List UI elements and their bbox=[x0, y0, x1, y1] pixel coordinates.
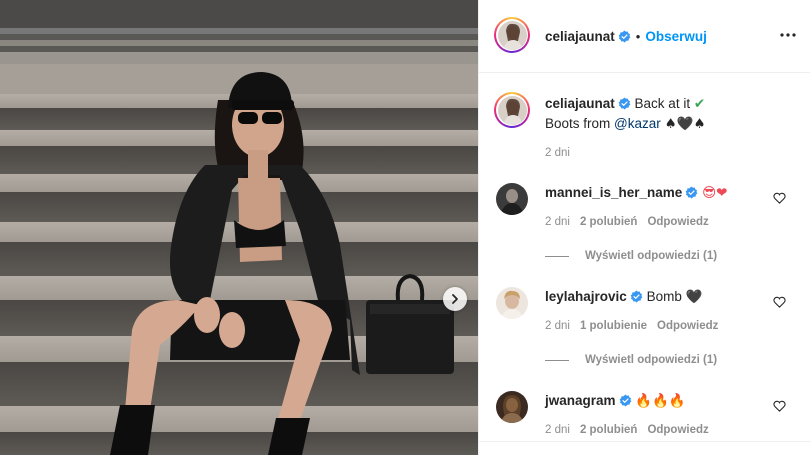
more-options-button[interactable] bbox=[779, 26, 797, 49]
replies-divider bbox=[545, 255, 569, 257]
avatar-image bbox=[496, 391, 528, 423]
caption-line-1: Back at it bbox=[634, 96, 691, 111]
post-photo[interactable] bbox=[0, 0, 478, 455]
header-separator: • bbox=[635, 29, 641, 44]
comment-likes-link[interactable]: 1 polubienie bbox=[580, 320, 647, 332]
heart-outline-icon bbox=[773, 296, 786, 308]
replies-divider bbox=[545, 359, 569, 361]
post-sidebar: celiajaunat • Obserwuj celiajaunat Back … bbox=[478, 0, 810, 456]
view-replies-button[interactable]: Wyświetl odpowiedzi (1) bbox=[545, 250, 717, 262]
mention-link[interactable]: @kazar bbox=[614, 116, 661, 131]
like-comment-button[interactable] bbox=[773, 191, 786, 209]
verified-badge-icon bbox=[618, 30, 631, 43]
comment-emoji: 🖤 bbox=[685, 289, 703, 305]
commenter-username-link[interactable]: leylahajrovic bbox=[545, 289, 627, 304]
like-comment-button[interactable] bbox=[773, 399, 786, 417]
post-header: celiajaunat • Obserwuj bbox=[479, 0, 810, 73]
caption-author-avatar[interactable] bbox=[494, 92, 530, 128]
comment-emoji: 😎❤ bbox=[702, 185, 728, 201]
more-horizontal-icon bbox=[780, 33, 796, 37]
reply-button[interactable]: Odpowiedz bbox=[647, 216, 708, 228]
chevron-right-icon bbox=[452, 294, 458, 304]
avatar-image bbox=[497, 20, 527, 50]
comment-timestamp[interactable]: 2 dni bbox=[545, 216, 570, 228]
view-replies-label: Wyświetl odpowiedzi (1) bbox=[585, 250, 718, 262]
comment-timestamp[interactable]: 2 dni bbox=[545, 320, 570, 332]
verified-badge-icon bbox=[618, 97, 631, 110]
post-view: celiajaunat • Obserwuj celiajaunat Back … bbox=[0, 0, 810, 456]
photo-illustration bbox=[0, 0, 478, 455]
heart-outline-icon bbox=[773, 192, 786, 204]
commenter-avatar[interactable] bbox=[496, 391, 528, 423]
comment-likes-link[interactable]: 2 polubień bbox=[580, 216, 638, 228]
follow-button[interactable]: Obserwuj bbox=[645, 29, 707, 44]
caption-emoji: ♠🖤♠ bbox=[664, 116, 706, 132]
like-comment-button[interactable] bbox=[773, 295, 786, 313]
verified-badge-icon bbox=[619, 394, 631, 407]
carousel-next-button[interactable] bbox=[443, 287, 467, 311]
author-username-link[interactable]: celiajaunat bbox=[545, 29, 615, 44]
comment-timestamp[interactable]: 2 dni bbox=[545, 424, 570, 436]
commenter-avatar[interactable] bbox=[496, 287, 528, 319]
view-replies-label: Wyświetl odpowiedzi (1) bbox=[585, 354, 718, 366]
verified-badge-icon bbox=[630, 290, 643, 303]
check-mark-icon: ✔ bbox=[693, 96, 706, 112]
verified-badge-icon bbox=[685, 186, 698, 199]
commenter-username-link[interactable]: mannei_is_her_name bbox=[545, 185, 682, 200]
comment-likes-link[interactable]: 2 polubień bbox=[580, 424, 638, 436]
caption-timestamp[interactable]: 2 dni bbox=[545, 147, 570, 159]
commenter-avatar[interactable] bbox=[496, 183, 528, 215]
heart-outline-icon bbox=[773, 400, 786, 412]
caption-username-link[interactable]: celiajaunat bbox=[545, 96, 615, 111]
reply-button[interactable]: Odpowiedz bbox=[657, 320, 718, 332]
caption-line-2: Boots from bbox=[545, 116, 615, 131]
reply-button[interactable]: Odpowiedz bbox=[647, 424, 708, 436]
commenter-username-link[interactable]: jwanagram bbox=[545, 393, 616, 408]
avatar-image bbox=[496, 287, 528, 319]
comments-bottom-divider bbox=[479, 441, 810, 456]
view-replies-button[interactable]: Wyświetl odpowiedzi (1) bbox=[545, 354, 717, 366]
comment-text: Bomb bbox=[646, 289, 686, 304]
avatar-image bbox=[496, 183, 528, 215]
author-avatar[interactable] bbox=[494, 17, 530, 53]
avatar-image bbox=[497, 95, 527, 125]
comment-emoji: 🔥🔥🔥 bbox=[635, 393, 686, 409]
